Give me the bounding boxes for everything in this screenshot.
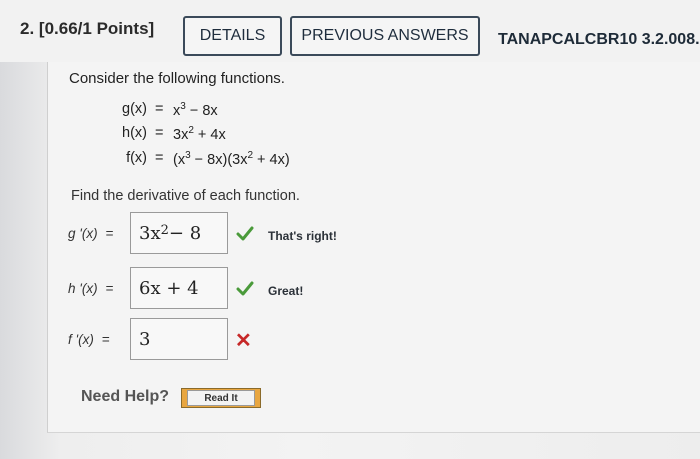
checkmark-icon [236,226,254,241]
function-name: g(x) [122,101,147,117]
equals-sign: = [155,125,164,141]
answer-input[interactable]: 3 [130,318,228,360]
function-expression: (x3 − 8x)(3x2 + 4x) [173,150,290,168]
need-help-label: Need Help? [81,388,170,405]
question-code: TANAPCALCBR10 3.2.008.E [498,31,700,48]
equals-sign: = [155,150,164,166]
checkmark-icon [236,281,254,296]
read-it-button[interactable]: Read It [181,388,261,408]
derivative-label: f '(x) = [68,332,110,347]
derivative-label: h '(x) = [68,281,114,296]
function-expression: 3x2 + 4x [173,125,226,143]
read-it-label: Read It [187,390,255,406]
answer-input[interactable]: 3x 2 − 8 [130,212,228,254]
function-name: f(x) [126,150,147,166]
function-name: h(x) [122,125,147,141]
details-button[interactable]: DETAILS [183,16,282,56]
previous-answers-button[interactable]: PREVIOUS ANSWERS [290,16,480,56]
problem-intro: Consider the following functions. [69,70,285,87]
question-number: 2. [0.66/1 Points] [20,19,155,38]
feedback-text: That's right! [268,229,337,243]
x-mark-icon: ✕ [235,330,252,352]
problem-instruction: Find the derivative of each function. [71,188,300,204]
function-expression: x3 − 8x [173,101,218,119]
equals-sign: = [155,101,164,117]
derivative-label: g '(x) = [68,226,114,241]
answer-input[interactable]: 6x + 4 [130,267,228,309]
points-label: [0.66/1 Points] [38,19,155,38]
feedback-text: Great! [268,284,304,298]
